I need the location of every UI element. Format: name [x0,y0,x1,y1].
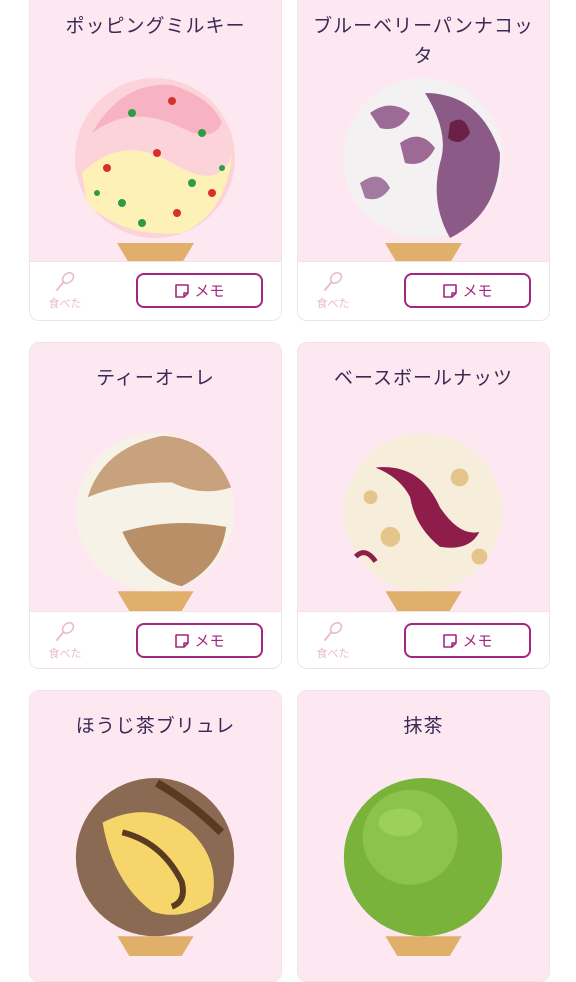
ate-toggle[interactable]: 食べた [312,620,354,661]
memo-button[interactable]: メモ [136,273,263,308]
ice-cream-image [75,777,235,956]
memo-label: メモ [462,282,493,300]
memo-icon [175,283,190,298]
memo-button[interactable]: メモ [404,273,531,308]
ate-toggle[interactable]: 食べた [44,620,86,661]
spoon-icon [324,622,343,641]
card-footer: 食べた メモ [298,261,549,320]
spoon-icon [56,622,75,641]
ice-cream-image [75,78,235,263]
ate-label: 食べた [316,647,350,660]
card-footer: 食べた メモ [30,261,281,320]
spoon-icon [56,272,75,291]
flavor-card[interactable]: ブルーベリーパンナコッタ 食べた メモ [297,0,550,321]
flavor-name: ブルーベリーパンナコッタ [313,15,534,67]
memo-icon [175,633,190,648]
flavor-card[interactable]: ポッピングミルキー 食べた メモ [29,0,282,321]
flavor-card[interactable]: ティーオーレ 食べた メモ [29,342,282,669]
memo-icon [443,633,458,648]
ate-toggle[interactable]: 食べた [312,270,354,311]
flavor-card[interactable]: 抹茶 [297,690,550,982]
flavor-name: ティーオーレ [96,367,215,389]
ate-toggle[interactable]: 食べた [44,270,86,311]
flavor-name: ベースボールナッツ [333,367,514,389]
ate-label: 食べた [316,297,350,310]
ice-cream-image [343,78,503,263]
flavor-card[interactable]: ベースボールナッツ 食べた メモ [297,342,550,669]
ate-label: 食べた [48,297,82,310]
flavor-name: 抹茶 [403,715,444,737]
flavor-grid: ポッピングミルキー 食べた メモ ブルーベリーパンナコッタ 食べた メモ ティー… [0,0,576,982]
ice-cream-image [343,777,503,956]
memo-icon [443,283,458,298]
flavor-name: ほうじ茶ブリュレ [75,715,236,737]
flavor-name: ポッピングミルキー [65,15,246,37]
card-footer: 食べた メモ [30,611,281,668]
memo-label: メモ [462,632,493,650]
memo-label: メモ [194,632,225,650]
ice-cream-image [343,432,503,611]
card-footer: 食べた メモ [298,611,549,668]
ate-label: 食べた [48,647,82,660]
memo-label: メモ [194,282,225,300]
flavor-card[interactable]: ほうじ茶ブリュレ [29,690,282,982]
memo-button[interactable]: メモ [404,623,531,658]
spoon-icon [324,272,343,291]
ice-cream-image [75,432,235,611]
memo-button[interactable]: メモ [136,623,263,658]
